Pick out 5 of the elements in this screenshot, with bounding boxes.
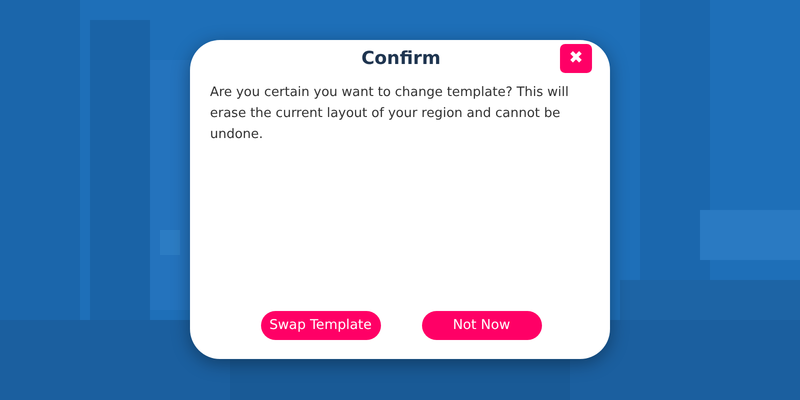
close-button[interactable]: ✖ [560,44,592,73]
not-now-button[interactable]: Not Now [422,311,542,340]
swap-template-button[interactable]: Swap Template [260,311,380,340]
message-text: Are you certain you want to change template? This will erase the current layout of your region and cannot be undone. [210,84,570,144]
dialog-title: Confirm [361,47,441,71]
